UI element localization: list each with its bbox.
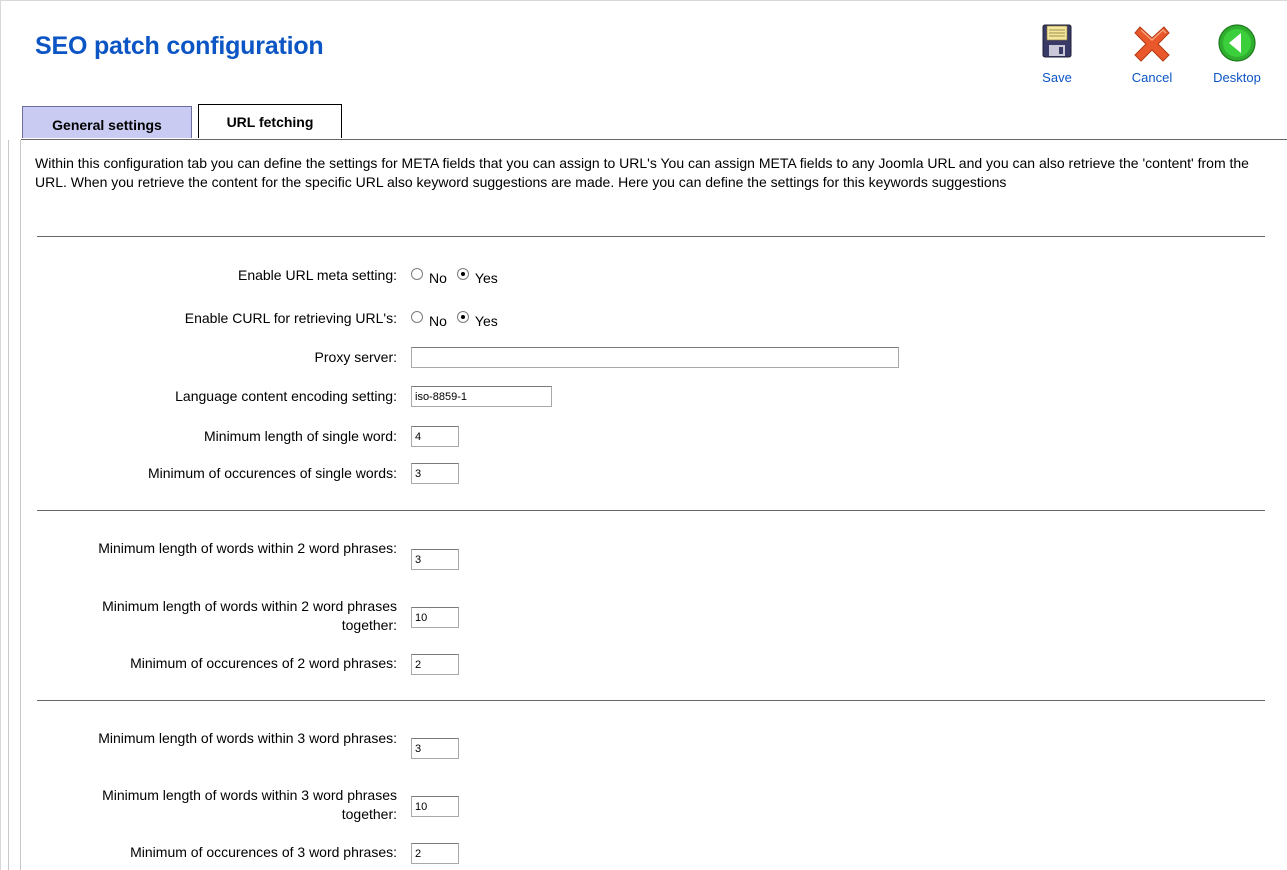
- section-divider: [37, 236, 1265, 237]
- enable-curl-radios: No Yes: [411, 308, 508, 329]
- min-len-3word-together-label: Minimum length of words within 3 word ph…: [102, 787, 397, 822]
- enable-url-meta-yes-radio[interactable]: [456, 268, 469, 281]
- min-occ-single-input[interactable]: [411, 463, 459, 484]
- tab-general-settings[interactable]: General settings: [22, 106, 192, 138]
- tab-url-fetching[interactable]: URL fetching: [198, 104, 342, 138]
- enable-url-meta-no-radio[interactable]: [411, 268, 423, 281]
- green-back-arrow-icon: [1218, 24, 1256, 62]
- radio-label-no: No: [429, 313, 447, 330]
- window-top-border: [0, 0, 1287, 1]
- min-len-3word-input[interactable]: [411, 738, 459, 759]
- encoding-input[interactable]: [411, 386, 552, 407]
- enable-curl-label: Enable CURL for retrieving URL's:: [184, 310, 397, 326]
- radio-label-no: No: [429, 270, 447, 287]
- min-occ-2word-label: Minimum of occurences of 2 word phrases:: [130, 655, 397, 671]
- desktop-label: Desktop: [1213, 70, 1261, 85]
- min-occ-3word-label: Minimum of occurences of 3 word phrases:: [130, 844, 397, 860]
- min-len-single-label: Minimum length of single word:: [204, 428, 397, 444]
- proxy-server-input[interactable]: [411, 347, 899, 368]
- min-len-3word-label: Minimum length of words within 3 word ph…: [98, 730, 397, 746]
- radio-label-yes: Yes: [474, 313, 498, 330]
- panel-left-border: [20, 140, 21, 870]
- desktop-button[interactable]: Desktop: [1207, 20, 1267, 90]
- section-divider: [37, 700, 1265, 701]
- min-len-single-input[interactable]: [411, 426, 459, 447]
- window-left-border: [0, 0, 1, 870]
- save-button[interactable]: Save: [1027, 20, 1087, 90]
- cancel-label: Cancel: [1131, 70, 1173, 85]
- enable-url-meta-radios: No Yes: [411, 265, 508, 286]
- red-x-icon: [1134, 26, 1170, 62]
- tab-description: Within this configuration tab you can de…: [35, 155, 1249, 190]
- outer-left-border: [8, 140, 9, 870]
- floppy-disk-icon: [1042, 24, 1072, 58]
- min-len-3word-together-input[interactable]: [411, 796, 459, 817]
- enable-url-meta-label: Enable URL meta setting:: [237, 267, 397, 283]
- panel-top-border: [21, 139, 1287, 140]
- section-divider: [37, 510, 1265, 511]
- save-label: Save: [1042, 70, 1072, 85]
- proxy-server-label: Proxy server:: [314, 349, 397, 365]
- page-title: SEO patch configuration: [35, 32, 324, 60]
- cancel-button[interactable]: Cancel: [1122, 20, 1182, 90]
- enable-curl-no-radio[interactable]: [411, 311, 423, 324]
- min-occ-single-label: Minimum of occurences of single words:: [148, 465, 397, 481]
- min-len-2word-together-input[interactable]: [411, 607, 459, 628]
- min-len-2word-together-label: Minimum length of words within 2 word ph…: [102, 598, 397, 633]
- enable-curl-yes-radio[interactable]: [456, 311, 469, 324]
- min-occ-3word-input[interactable]: [411, 843, 459, 864]
- min-len-2word-input[interactable]: [411, 549, 459, 570]
- radio-label-yes: Yes: [474, 270, 498, 287]
- min-len-2word-label: Minimum length of words within 2 word ph…: [98, 540, 397, 556]
- encoding-label: Language content encoding setting:: [175, 388, 397, 404]
- min-occ-2word-input[interactable]: [411, 654, 459, 675]
